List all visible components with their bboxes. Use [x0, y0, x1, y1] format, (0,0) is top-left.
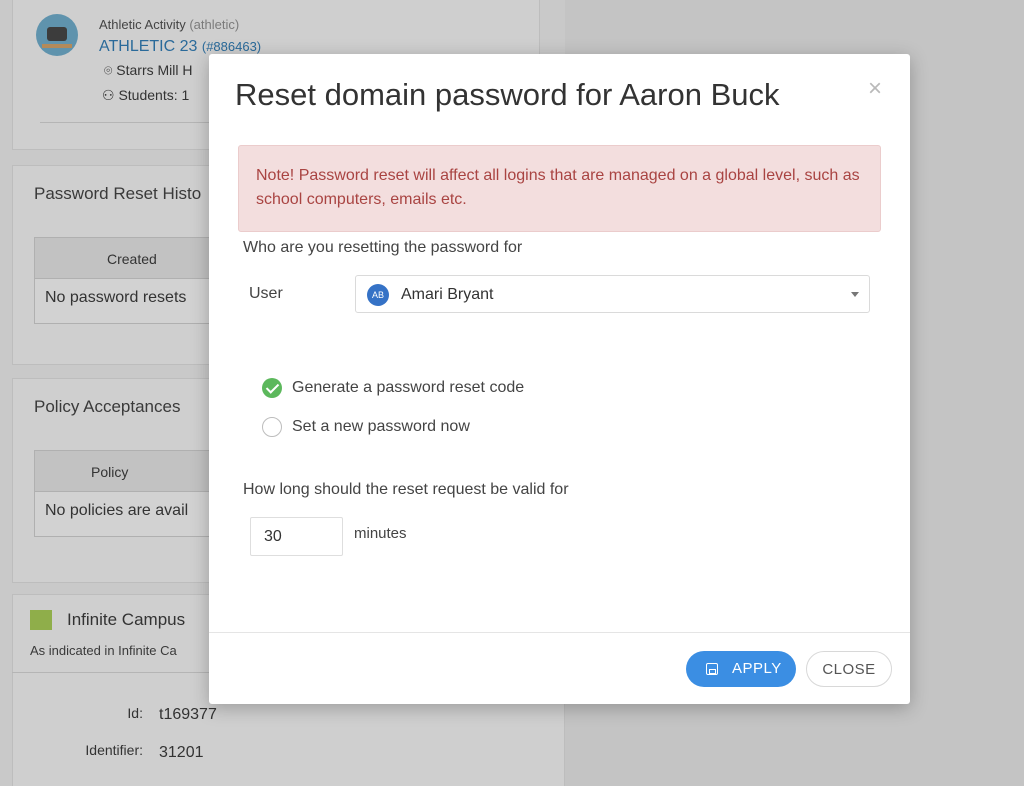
minutes-input[interactable]	[250, 517, 343, 556]
activity-avatar	[36, 14, 78, 56]
column-created[interactable]: Created	[107, 251, 157, 267]
students-text: Students: 1	[118, 87, 190, 103]
activity-type-label: Athletic Activity	[99, 17, 186, 32]
field-value-id: t169377	[159, 706, 217, 723]
activity-students: ⚇ Students: 1	[102, 87, 189, 104]
column-policy[interactable]: Policy	[91, 464, 128, 480]
close-button-label: CLOSE	[822, 661, 876, 678]
option-label[interactable]: Generate a password reset code	[292, 379, 524, 397]
close-icon[interactable]: ×	[864, 77, 886, 101]
infinite-campus-title: Infinite Campus	[67, 610, 186, 629]
activity-location: ⌾ Starrs Mill H	[104, 62, 193, 79]
warning-alert: Note! Password reset will affect all log…	[238, 145, 881, 232]
infinite-campus-subtitle: As indicated in Infinite Ca	[30, 643, 177, 658]
selected-user-name: Amari Bryant	[401, 286, 494, 303]
infinite-campus-logo	[30, 610, 52, 630]
policy-acceptances-title: Policy Acceptances	[34, 397, 181, 416]
user-select[interactable]: AB Amari Bryant	[355, 275, 870, 313]
footer-divider	[209, 632, 910, 633]
apply-button[interactable]: APPLY	[686, 651, 796, 687]
road-icon	[42, 44, 72, 48]
field-label-id: Id:	[127, 705, 143, 721]
chevron-down-icon	[851, 292, 859, 297]
avatar: AB	[367, 284, 389, 306]
empty-message: No password resets	[45, 289, 187, 306]
modal-title: Reset domain password for Aaron Buck	[235, 77, 780, 112]
field-value-identifier: 31201	[159, 744, 204, 761]
radio-unchecked-icon[interactable]	[262, 417, 282, 437]
apply-button-label: APPLY	[732, 660, 782, 677]
password-reset-history-title: Password Reset Histo	[34, 184, 202, 203]
option-label[interactable]: Set a new password now	[292, 418, 470, 436]
close-button[interactable]: CLOSE	[806, 651, 892, 687]
who-question-label: Who are you resetting the password for	[243, 239, 523, 256]
field-label-identifier: Identifier:	[85, 742, 143, 758]
activity-name[interactable]: ATHLETIC 23	[99, 38, 197, 55]
activity-type-code: (athletic)	[189, 17, 240, 32]
reset-password-modal: Reset domain password for Aaron Buck × N…	[209, 54, 910, 704]
students-icon: ⚇	[102, 87, 115, 103]
activity-type: Athletic Activity (athletic)	[99, 17, 239, 32]
validity-question-label: How long should the reset request be val…	[243, 481, 569, 498]
activity-id[interactable]: (#886463)	[202, 39, 261, 54]
minutes-unit-label: minutes	[354, 525, 407, 542]
location-text: Starrs Mill H	[116, 62, 193, 78]
radio-checked-icon[interactable]	[262, 378, 282, 398]
save-icon	[706, 663, 718, 675]
user-field-label: User	[249, 285, 283, 302]
location-pin-icon: ⌾	[104, 62, 113, 78]
empty-message: No policies are avail	[45, 502, 189, 519]
bus-icon	[47, 27, 67, 41]
